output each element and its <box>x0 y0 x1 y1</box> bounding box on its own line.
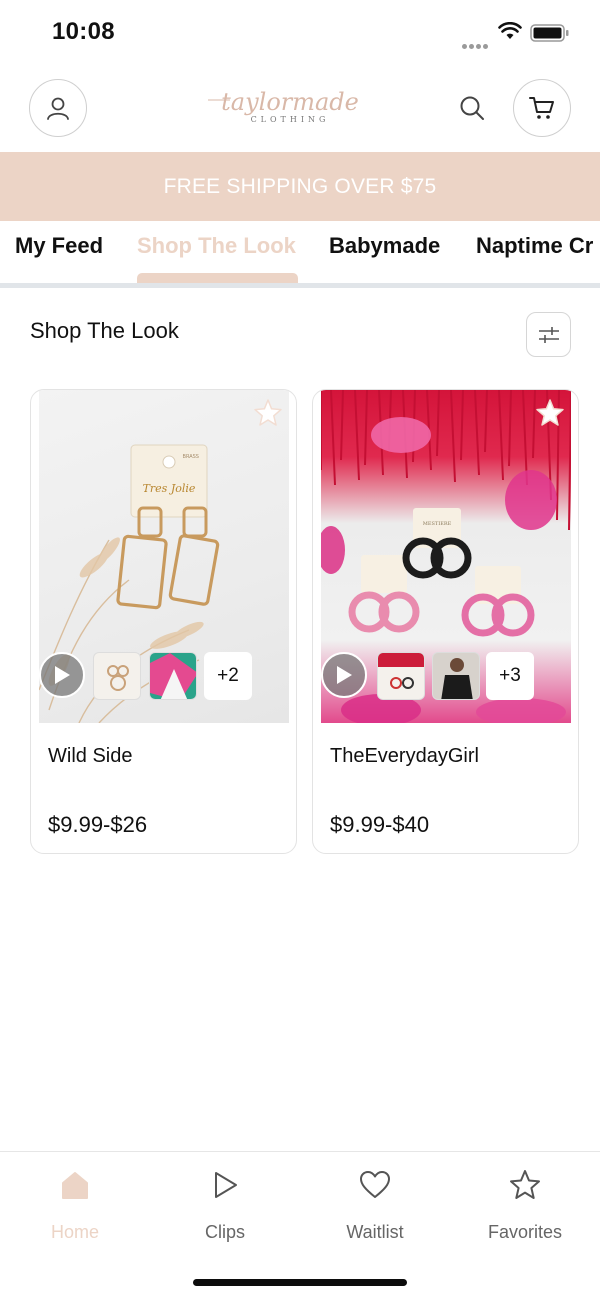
user-icon <box>47 97 69 120</box>
look-thumbnail[interactable] <box>149 652 197 700</box>
status-bar: 10:08 <box>0 0 600 64</box>
product-price: $9.99-$40 <box>330 812 430 837</box>
app-header: taylormade CLOTHING <box>0 64 600 152</box>
product-price: $9.99-$26 <box>48 812 148 837</box>
product-image[interactable]: MESTIERE +3 <box>321 390 571 723</box>
nav-label: Waitlist <box>346 1222 404 1242</box>
product-image[interactable]: Tres Jolie BRASS +2 <box>39 390 289 723</box>
bottom-nav: Home Clips Waitlist Favorites <box>0 1151 600 1299</box>
home-icon <box>58 1168 92 1202</box>
signal-icon <box>462 36 492 49</box>
active-tab-indicator <box>137 273 298 283</box>
nav-clips[interactable]: Clips <box>150 1168 300 1243</box>
sliders-icon <box>538 326 559 343</box>
wifi-icon <box>498 22 522 39</box>
svg-text:CLOTHING: CLOTHING <box>251 115 330 124</box>
product-card[interactable]: Tres Jolie BRASS +2 Wild Side $9.99-$26 <box>30 389 297 854</box>
tab-my-feed[interactable]: My Feed <box>15 233 103 259</box>
more-items-badge[interactable]: +3 <box>486 652 534 700</box>
nav-label: Home <box>50 1222 99 1242</box>
nav-label: Clips <box>204 1222 245 1242</box>
nav-waitlist[interactable]: Waitlist <box>300 1168 450 1243</box>
tabs-divider <box>0 283 600 288</box>
status-time: 10:08 <box>52 18 115 45</box>
search-button[interactable] <box>456 92 488 124</box>
promo-banner[interactable]: FREE SHIPPING OVER $75 <box>0 152 600 221</box>
play-clip-button[interactable] <box>39 652 85 698</box>
product-card[interactable]: MESTIERE +3 TheEverydayGirl $9.99-$40 <box>312 389 579 854</box>
search-icon <box>460 96 484 120</box>
nav-home[interactable]: Home <box>0 1168 150 1243</box>
heart-icon <box>358 1168 392 1202</box>
account-button[interactable] <box>29 79 87 137</box>
tab-babymade[interactable]: Babymade <box>329 233 440 259</box>
favorite-star-icon[interactable] <box>535 398 565 428</box>
brand-card-text: Tres Jolie <box>143 482 196 495</box>
look-thumbnail[interactable] <box>93 652 141 700</box>
favorite-star-icon[interactable] <box>253 398 283 428</box>
cart-button[interactable] <box>513 79 571 137</box>
product-name[interactable]: TheEverydayGirl <box>330 745 479 768</box>
brand-card-text: MESTIERE <box>423 521 452 527</box>
look-thumbnail[interactable] <box>432 652 480 700</box>
play-icon <box>337 666 352 684</box>
nav-label: Favorites <box>487 1222 563 1242</box>
home-indicator <box>193 1279 407 1286</box>
look-thumbnail[interactable] <box>377 652 425 700</box>
filter-button[interactable] <box>526 312 571 357</box>
play-icon <box>208 1168 242 1202</box>
play-clip-button[interactable] <box>321 652 367 698</box>
svg-text:taylormade: taylormade <box>221 88 359 116</box>
brand-logo[interactable]: taylormade CLOTHING <box>190 88 390 128</box>
nav-favorites[interactable]: Favorites <box>450 1168 600 1243</box>
section-title: Shop The Look <box>30 318 179 343</box>
brand-card-corner: BRASS <box>183 454 199 460</box>
play-icon <box>55 666 70 684</box>
cart-icon <box>529 97 554 119</box>
tab-shop-the-look[interactable]: Shop The Look <box>137 233 296 259</box>
tab-naptime[interactable]: Naptime Cr <box>476 233 593 259</box>
promo-text: FREE SHIPPING OVER $75 <box>163 174 437 198</box>
product-name[interactable]: Wild Side <box>48 745 132 768</box>
battery-icon <box>530 24 569 42</box>
more-items-badge[interactable]: +2 <box>204 652 252 700</box>
category-tabs: My Feed Shop The Look Babymade Naptime C… <box>0 221 600 283</box>
star-icon <box>508 1168 542 1202</box>
